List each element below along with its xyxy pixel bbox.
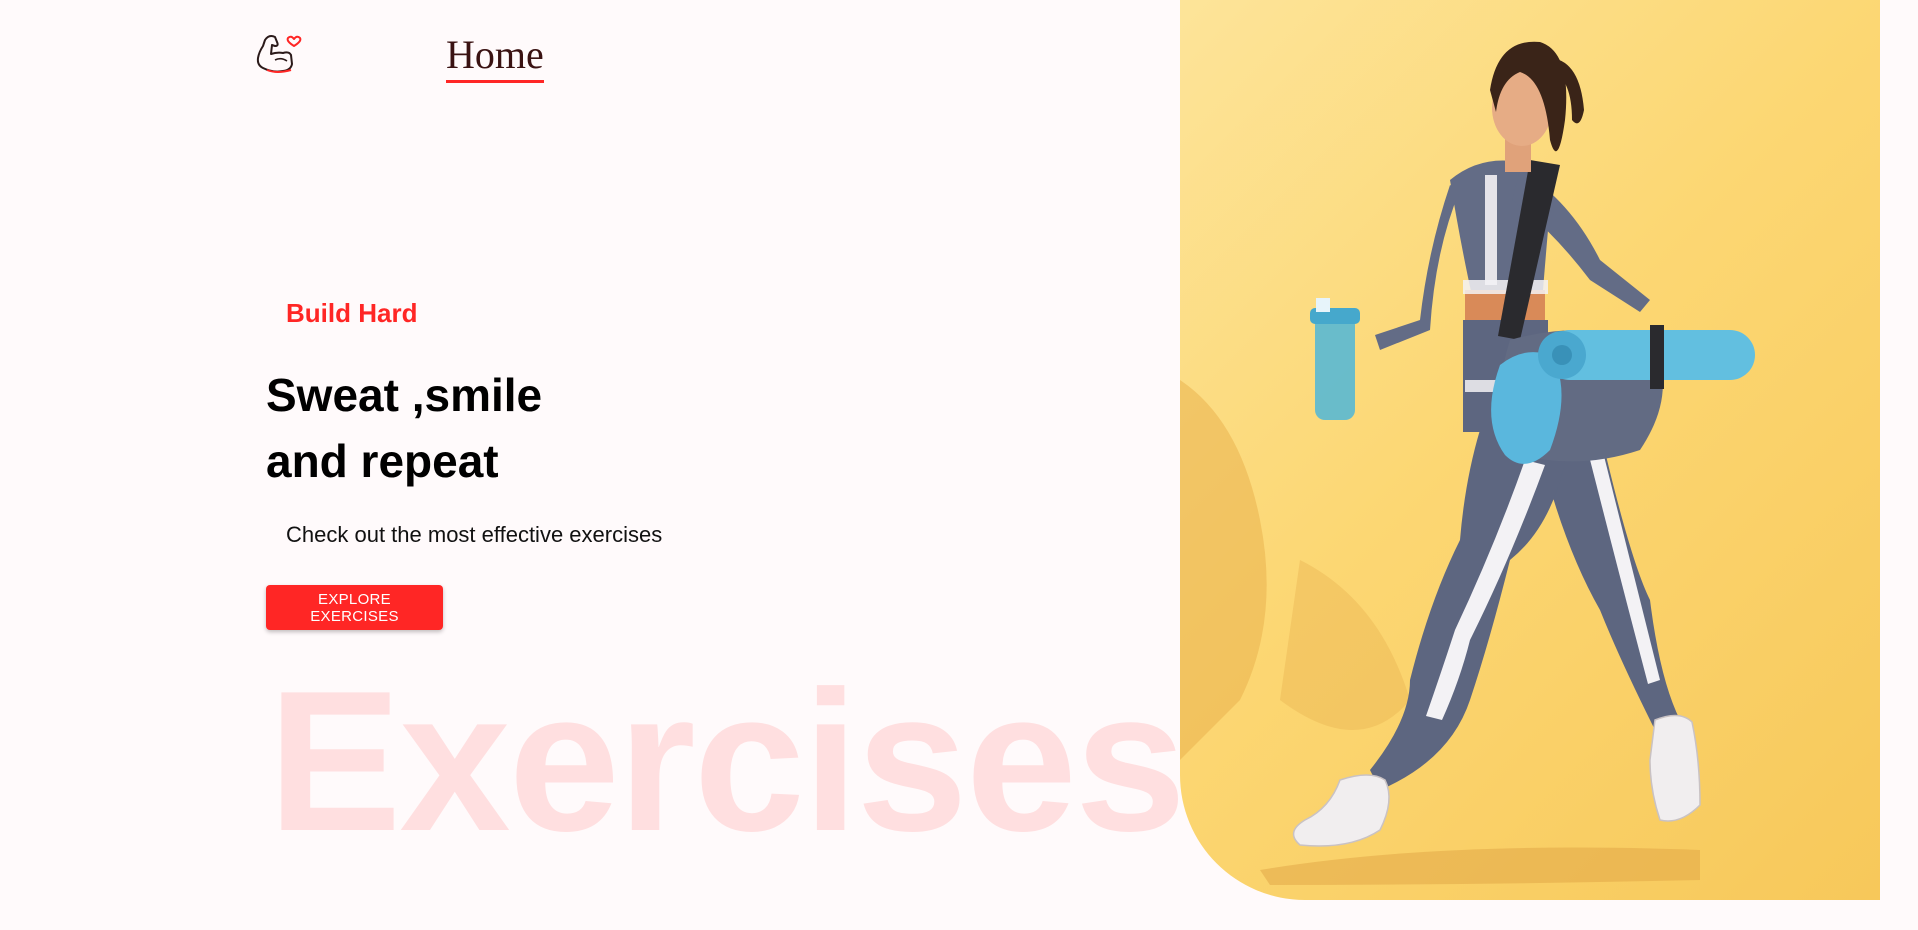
logo-icon[interactable] — [255, 30, 305, 78]
nav-home-link[interactable]: Home — [446, 32, 544, 83]
hero-headline: Sweat ,smile and repeat — [266, 362, 542, 494]
watermark-text: Exercises — [268, 650, 1186, 873]
headline-line-2: and repeat — [266, 435, 499, 487]
headline-line-1: Sweat ,smile — [266, 369, 543, 421]
hero-banner-image — [1180, 0, 1880, 900]
hero-subtext: Check out the most effective exercises — [286, 522, 663, 547]
hero-tagline: Build Hard — [286, 298, 418, 328]
explore-exercises-button[interactable]: EXPLORE EXERCISES — [266, 585, 443, 630]
